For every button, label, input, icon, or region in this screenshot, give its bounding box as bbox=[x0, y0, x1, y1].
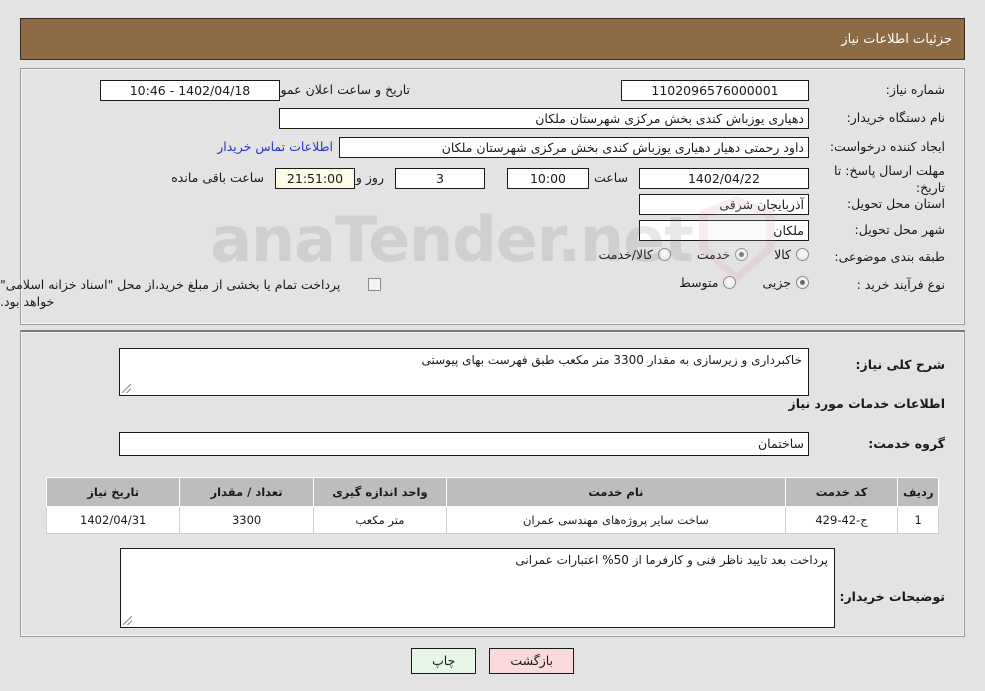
page-title: جزئیات اطلاعات نیاز bbox=[841, 31, 952, 47]
table-column-header: تعداد / مقدار bbox=[179, 477, 314, 507]
process-option-1[interactable]: متوسط bbox=[679, 275, 737, 290]
remaining-time-value: 21:51:00 bbox=[275, 168, 355, 189]
deadline-hour-label: ساعت bbox=[593, 170, 628, 185]
treasury-checkbox[interactable] bbox=[368, 278, 381, 291]
category-option-2[interactable]: کالا/خدمت bbox=[598, 247, 671, 262]
deadline-label: مهلت ارسال پاسخ: تا تاریخ: bbox=[834, 163, 945, 195]
table-cell-date: 1402/04/31 bbox=[45, 506, 181, 534]
process-label: نوع فرآیند خرید : bbox=[856, 277, 945, 292]
print-button[interactable]: چاپ bbox=[411, 648, 477, 674]
category-option-label: خدمت bbox=[696, 247, 731, 262]
process-option-label: جزیی bbox=[762, 275, 791, 290]
service-group-label: گروه خدمت: bbox=[868, 436, 945, 451]
page-root: anaTender.net جزئیات اطلاعات نیاز شماره … bbox=[0, 0, 985, 691]
category-option-label: کالا/خدمت bbox=[598, 247, 653, 262]
treasury-note: پرداخت تمام یا بخشی از مبلغ خرید،از محل … bbox=[0, 277, 341, 309]
need-number-label: شماره نیاز: bbox=[885, 82, 945, 97]
table-column-header: ردیف bbox=[897, 477, 939, 507]
buyer-org-value: دهیاری یوزباش کندی بخش مرکزی شهرستان ملک… bbox=[279, 108, 809, 129]
table-cell-qty: 3300 bbox=[179, 506, 314, 534]
province-label: استان محل تحویل: bbox=[846, 196, 945, 211]
category-label: طبقه بندی موضوعی: bbox=[834, 249, 945, 264]
buyer-org-label: نام دستگاه خریدار: bbox=[846, 110, 945, 125]
buyer-notes-textarea[interactable]: پرداخت بعد تایید ناظر فنی و کارفرما از 5… bbox=[120, 548, 835, 628]
table-column-header: واحد اندازه گیری bbox=[312, 477, 448, 507]
table-header-row: ردیف کد خدمت نام خدمت واحد اندازه گیری تعداد… bbox=[45, 477, 939, 507]
table-cell-radif: 1 bbox=[897, 506, 939, 534]
deadline-hour-value: 10:00 bbox=[507, 168, 589, 189]
remaining-time-label: ساعت باقی مانده bbox=[171, 170, 264, 185]
back-button[interactable]: بازگشت bbox=[489, 648, 575, 674]
remaining-days-value: 3 bbox=[395, 168, 485, 189]
table-column-header: تاریخ نیاز bbox=[45, 477, 181, 507]
process-radio-icon[interactable] bbox=[796, 276, 809, 289]
table-row: 1 ج-42-429 ساخت سایر پروژه‌های مهندسی عمرا… bbox=[45, 506, 939, 534]
requester-label: ایجاد کننده درخواست: bbox=[829, 139, 945, 154]
service-group-value: ساختمان bbox=[119, 432, 809, 456]
buyer-notes-label: توضیحات خریدار: bbox=[839, 589, 945, 604]
city-label: شهر محل تحویل: bbox=[854, 222, 945, 237]
province-value: آذربایجان شرقی bbox=[639, 194, 809, 215]
page-header-bar: جزئیات اطلاعات نیاز bbox=[20, 18, 965, 60]
city-value: ملکان bbox=[639, 220, 809, 241]
table-cell-unit: متر مکعب bbox=[312, 506, 448, 534]
requester-value: داود رحمتی دهیار دهیاری یوزباش کندی بخش … bbox=[339, 137, 809, 158]
deadline-date-value: 1402/04/22 bbox=[639, 168, 809, 189]
table-cell-name: ساخت سایر پروژه‌های مهندسی عمران bbox=[446, 506, 786, 534]
category-radio-group[interactable]: کالا خدمت کالا/خدمت bbox=[576, 247, 809, 262]
table-column-header: کد خدمت bbox=[784, 477, 899, 507]
services-table: ردیف کد خدمت نام خدمت واحد اندازه گیری تعداد… bbox=[45, 477, 939, 534]
remaining-days-label: روز و bbox=[355, 170, 384, 185]
general-desc-label: شرح کلی نیاز: bbox=[855, 357, 945, 372]
category-radio-icon[interactable] bbox=[657, 248, 671, 261]
table-body: 1 ج-42-429 ساخت سایر پروژه‌های مهندسی عمرا… bbox=[45, 506, 939, 534]
button-bar: بازگشت چاپ bbox=[0, 648, 985, 674]
need-number-row: شماره نیاز: bbox=[825, 82, 945, 99]
category-radio-icon[interactable] bbox=[735, 248, 749, 261]
process-option-0[interactable]: جزیی bbox=[762, 275, 809, 290]
category-option-1[interactable]: خدمت bbox=[696, 247, 749, 262]
general-desc-textarea[interactable]: خاکبرداری و زیرسازی به مقدار 3300 متر مک… bbox=[119, 348, 809, 396]
table-column-header: نام خدمت bbox=[446, 477, 786, 507]
need-number-value: 1102096576000001 bbox=[621, 80, 809, 101]
category-radio-icon[interactable] bbox=[796, 248, 809, 261]
public-announce-value: 1402/04/18 - 10:46 bbox=[100, 80, 280, 101]
table-cell-code: ج-42-429 bbox=[784, 506, 899, 534]
buyer-contact-link[interactable]: اطلاعات تماس خریدار bbox=[217, 139, 333, 154]
category-option-label: کالا bbox=[774, 247, 791, 262]
public-announce-label: تاریخ و ساعت اعلان عمومی: bbox=[259, 82, 410, 97]
process-option-label: متوسط bbox=[679, 275, 719, 290]
category-option-0[interactable]: کالا bbox=[774, 247, 809, 262]
services-heading: اطلاعات خدمات مورد نیاز bbox=[788, 396, 946, 411]
process-radio-icon[interactable] bbox=[723, 276, 737, 289]
process-radio-group[interactable]: جزیی متوسط bbox=[657, 275, 809, 290]
